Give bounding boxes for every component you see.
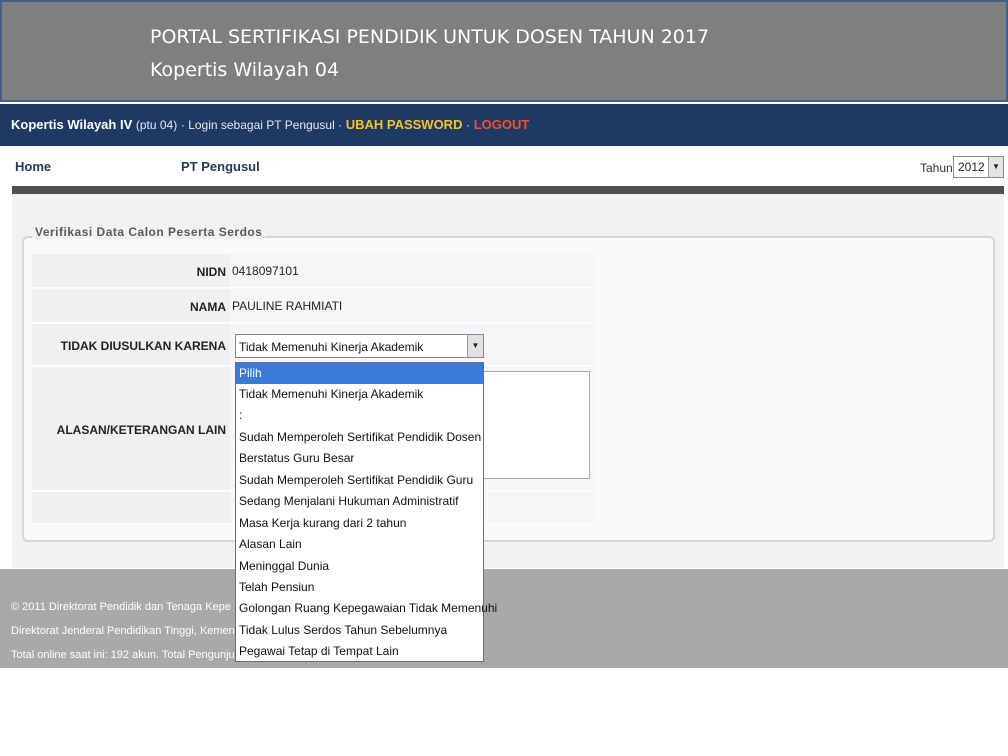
portal-subtitle: Kopertis Wilayah 04 [150,59,340,81]
footer-directorate: Direktorat Jenderal Pendidikan Tinggi, K… [11,625,235,637]
dropdown-option[interactable]: Masa Kerja kurang dari 2 tahun [236,513,483,534]
footer-copyright: © 2011 Direktorat Pendidik dan Tenaga Ke… [11,601,231,613]
other-reason-textarea[interactable] [482,371,590,479]
reason-select-value: Tidak Memenuhi Kinerja Akademik [239,340,424,354]
footer: © 2011 Direktorat Pendidik dan Tenaga Ke… [0,569,1008,668]
top-navbar: Kopertis Wilayah IV (ptu 04) · Login seb… [0,104,1008,146]
dropdown-option[interactable]: Tidak Lulus Serdos Tahun Sebelumnya [236,620,483,641]
nama-cell: PAULINE RAHMIATI [230,289,596,322]
navbar-text: Kopertis Wilayah IV (ptu 04) · Login seb… [11,117,529,132]
page: PORTAL SERTIFIKASI PENDIDIK UNTUK DOSEN … [0,0,1008,756]
footer-online-count: Total online saat ini: 192 akun. Total P… [11,649,235,661]
dropdown-option[interactable]: Pegawai Tetap di Tempat Lain [236,641,483,662]
reason-dropdown-list[interactable]: Pilih Tidak Memenuhi Kinerja Akademik : … [235,362,497,662]
year-select[interactable]: 2012 ▼ [953,156,1004,178]
site-name: Kopertis Wilayah IV [11,117,133,132]
nidn-row: NIDN 0418097101 [32,254,596,288]
reason-select[interactable]: Tidak Memenuhi Kinerja Akademik ▼ [235,334,484,358]
dropdown-option[interactable]: Sudah Memperoleh Sertifikat Pendidik Dos… [236,427,483,448]
dropdown-option[interactable]: Golongan Ruang Kepegawaian Tidak Memenuh… [236,598,497,619]
fieldset-legend: Verifikasi Data Calon Peserta Serdos [32,225,266,239]
nama-label: NAMA [190,300,226,314]
dropdown-option[interactable]: Telah Pensiun [236,577,483,598]
chevron-down-icon[interactable]: ▼ [988,157,1003,177]
menu-divider [12,186,1004,194]
main-menu: Home PT Pengusul Tahun 2012 ▼ [0,146,1008,186]
nidn-value: 0418097101 [232,264,299,278]
nav-separator: · [466,118,471,132]
dropdown-option[interactable]: Tidak Memenuhi Kinerja Akademik [236,384,483,405]
nama-value: PAULINE RAHMIATI [232,299,343,313]
menu-home[interactable]: Home [15,159,51,174]
year-value: 2012 [958,160,985,174]
nidn-cell: 0418097101 [230,254,596,287]
menu-pt-pengusul[interactable]: PT Pengusul [181,159,260,174]
dropdown-option[interactable]: Sedang Menjalani Hukuman Administratif [236,491,483,512]
dropdown-option[interactable]: Berstatus Guru Besar [236,448,483,469]
other-reason-label: ALASAN/KETERANGAN LAIN [56,423,226,437]
title-banner: PORTAL SERTIFIKASI PENDIDIK UNTUK DOSEN … [0,0,1008,102]
year-label: Tahun [920,161,953,175]
dropdown-option[interactable]: Alasan Lain [236,534,483,555]
change-password-link[interactable]: UBAH PASSWORD [346,117,463,132]
dropdown-option[interactable]: Pilih [236,363,483,384]
nidn-label: NIDN [196,265,226,279]
dropdown-option[interactable]: : [236,405,483,426]
site-sub: (ptu 04) [135,118,178,132]
chevron-down-icon[interactable]: ▼ [467,335,483,357]
login-status: · Login sebagai PT Pengusul · [180,118,343,132]
logout-link[interactable]: LOGOUT [474,117,530,132]
portal-title: PORTAL SERTIFIKASI PENDIDIK UNTUK DOSEN … [150,26,710,48]
reason-label: TIDAK DIUSULKAN KARENA [60,339,226,353]
nama-row: NAMA PAULINE RAHMIATI [32,289,596,323]
dropdown-option[interactable]: Meninggal Dunia [236,556,483,577]
dropdown-option[interactable]: Sudah Memperoleh Sertifikat Pendidik Gur… [236,470,483,491]
